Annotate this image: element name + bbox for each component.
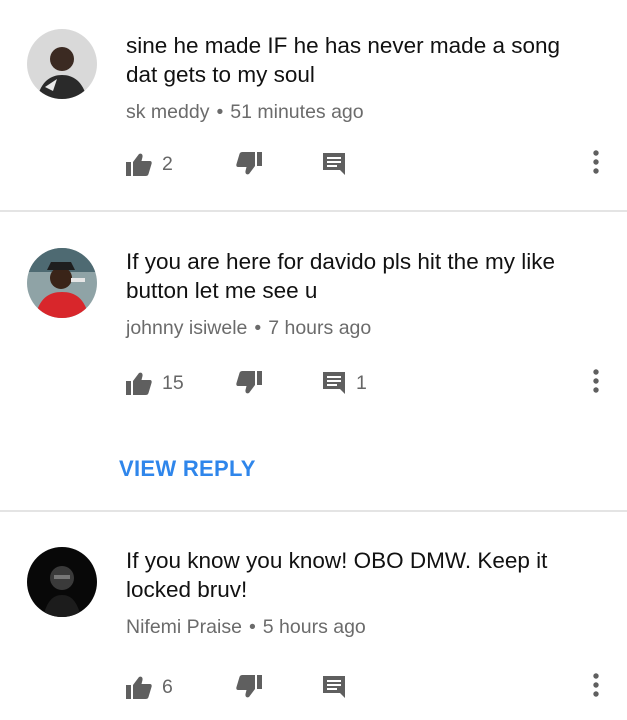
more-options-button[interactable] <box>586 366 606 400</box>
comment-text: If you know you know! OBO DMW. Keep it l… <box>126 548 548 602</box>
more-vert-icon <box>593 149 599 179</box>
comment-time: 51 minutes ago <box>230 101 364 123</box>
author-name[interactable]: johnny isiwele <box>126 317 247 339</box>
comment-time: 7 hours ago <box>268 317 372 339</box>
reply-count: 1 <box>356 371 367 394</box>
reply-button[interactable] <box>322 147 346 181</box>
reply-button[interactable] <box>322 670 346 704</box>
like-count: 2 <box>162 152 173 175</box>
comment-text: If you are here for davido pls hit the m… <box>126 249 555 303</box>
thumbs-up-icon <box>126 371 152 395</box>
comment-item: sine he made IF he has never made a song… <box>0 0 627 212</box>
thumbs-down-icon <box>236 152 262 176</box>
more-options-button[interactable] <box>586 147 606 181</box>
comment-time: 5 hours ago <box>262 616 366 638</box>
like-button[interactable]: 2 <box>126 147 173 181</box>
dislike-button[interactable] <box>236 147 262 181</box>
like-count: 6 <box>162 675 173 698</box>
dislike-button[interactable] <box>236 366 262 400</box>
more-options-button[interactable] <box>586 670 606 704</box>
meta-separator: • <box>248 616 256 638</box>
comment-item: If you know you know! OBO DMW. Keep it l… <box>0 512 627 720</box>
meta-separator: • <box>254 317 262 339</box>
like-button[interactable]: 6 <box>126 670 173 704</box>
comment-icon <box>322 152 346 176</box>
thumbs-down-icon <box>236 675 262 699</box>
view-reply-link[interactable]: VIEW REPLY <box>119 456 256 482</box>
author-name[interactable]: Nifemi Praise <box>126 616 242 638</box>
thumbs-up-icon <box>126 675 152 699</box>
avatar[interactable] <box>27 547 97 617</box>
more-vert-icon <box>593 672 599 702</box>
comment-meta: sk meddy • 51 minutes ago <box>126 101 587 124</box>
meta-separator: • <box>216 101 224 123</box>
thumbs-down-icon <box>236 371 262 395</box>
comment-icon <box>322 371 346 395</box>
avatar[interactable] <box>27 29 97 99</box>
like-count: 15 <box>162 371 184 394</box>
author-name[interactable]: sk meddy <box>126 101 209 123</box>
like-button[interactable]: 15 <box>126 366 184 400</box>
comment-item: If you are here for davido pls hit the m… <box>0 212 627 512</box>
comment-text: sine he made IF he has never made a song… <box>126 33 561 87</box>
reply-button[interactable]: 1 <box>322 366 367 400</box>
thumbs-up-icon <box>126 152 152 176</box>
dislike-button[interactable] <box>236 670 262 704</box>
comment-icon <box>322 675 346 699</box>
more-vert-icon <box>593 368 599 398</box>
avatar[interactable] <box>27 248 97 318</box>
comment-meta: johnny isiwele • 7 hours ago <box>126 317 587 340</box>
comment-meta: Nifemi Praise • 5 hours ago <box>126 616 587 639</box>
